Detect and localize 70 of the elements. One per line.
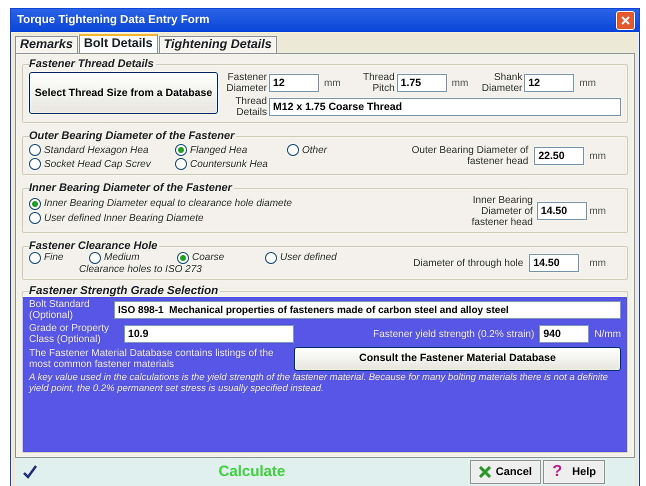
note-text: Clearance holes to ISO 273: [79, 264, 203, 275]
note-text: The Fastener Material Database contains listings of the most common fastener materials: [29, 348, 275, 370]
radio-button[interactable]: [287, 144, 299, 156]
field-label: Grade or Property Class (Optional): [29, 323, 110, 346]
field-label: Bolt Standard (Optional): [29, 299, 91, 322]
unit-label: mm: [589, 150, 606, 162]
group-title: Inner Bearing Diameter of the Fastener: [29, 182, 234, 195]
field-label: Outer Bearing Diameter of fastener head: [410, 145, 528, 168]
close-icon: [478, 466, 491, 478]
unit-label: mm: [324, 78, 341, 89]
field-label: Fastener Diameter: [225, 72, 267, 94]
input-field[interactable]: 14.50: [536, 202, 587, 220]
help-button[interactable]: ? Help: [543, 460, 605, 484]
field-label: Thread Pitch: [362, 72, 395, 94]
unit-label: N/mm: [594, 328, 621, 340]
note-text: A key value used in the calculations is the yield strength of the fastener material. Because for many bolting materials there is not a definite yield point, the 0.2% permanent set stress is usually specified instead.: [29, 373, 609, 394]
group-title: Fastener Thread Details: [29, 58, 156, 70]
unit-label: mm: [452, 78, 468, 89]
group-title: Fastener Clearance Hole: [29, 240, 160, 252]
tab[interactable]: Remarks: [15, 36, 78, 53]
radio-label: Countersunk Hea: [190, 158, 268, 170]
radio-button[interactable]: [29, 158, 41, 170]
close-icon: [620, 15, 631, 26]
radio-button[interactable]: [265, 252, 277, 264]
field-label: Shank Diameter: [480, 72, 522, 94]
unit-label: mm: [579, 78, 596, 89]
radio-button[interactable]: [29, 198, 41, 210]
radio-button[interactable]: [29, 252, 41, 264]
input-field[interactable]: 12: [269, 74, 319, 92]
input-field[interactable]: 940: [539, 325, 590, 344]
input-field[interactable]: M12 x 1.75 Coarse Thread: [269, 98, 621, 116]
input-field[interactable]: 22.50: [534, 147, 584, 166]
radio-button[interactable]: [175, 158, 187, 170]
input-field[interactable]: 14.50: [529, 254, 580, 272]
field-label: Thread Details: [234, 96, 267, 118]
cancel-button[interactable]: Cancel: [470, 460, 541, 484]
unit-label: mm: [589, 258, 606, 269]
radio-button[interactable]: [175, 144, 187, 156]
group-title: Outer Bearing Diameter of the Fastener: [29, 130, 236, 142]
select-thread-button[interactable]: Select Thread Size from a Database: [29, 72, 218, 114]
unit-label: mm: [589, 206, 606, 217]
radio-label: Coarse: [192, 252, 224, 264]
input-field[interactable]: ISO 898-1 Mechanical properties of fasteners made of carbon steel and alloy steel: [114, 301, 621, 320]
radio-label: Socket Head Cap Screv: [44, 158, 151, 170]
radio-label: Standard Hexagon Hea: [44, 144, 149, 156]
group-title: Fastener Strength Grade Selection: [29, 284, 220, 298]
input-field[interactable]: 10.9: [124, 325, 294, 344]
database-button[interactable]: Consult the Fastener Material Database: [294, 347, 621, 372]
radio-label: User defined Inner Bearing Diamete: [44, 212, 204, 224]
checkmark-icon: [23, 465, 37, 479]
field-label: Inner Bearing Diameter of fastener head: [470, 194, 533, 228]
radio-button[interactable]: [29, 212, 41, 224]
input-field[interactable]: 12: [524, 74, 574, 92]
field-label: Fastener yield strength (0.2% strain): [373, 328, 534, 340]
close-button[interactable]: [616, 11, 635, 30]
radio-label: Medium: [104, 252, 140, 264]
input-field[interactable]: 1.75: [396, 74, 447, 92]
radio-button[interactable]: [89, 252, 101, 264]
radio-label: User defined: [280, 252, 337, 264]
tab[interactable]: Bolt Details: [78, 34, 158, 53]
question-mark-icon: ?: [552, 463, 562, 481]
tab[interactable]: Tightening Details: [158, 36, 277, 53]
radio-label: Other: [302, 144, 328, 156]
window-title: Torque Tightening Data Entry Form: [17, 14, 210, 27]
radio-label: Fine: [44, 252, 64, 264]
radio-button[interactable]: [29, 144, 41, 156]
field-label: Diameter of through hole: [413, 258, 524, 269]
radio-label: Inner Bearing Diameter equal to clearance hole diamete: [44, 198, 292, 210]
radio-label: Flanged Hea: [190, 144, 248, 156]
radio-button[interactable]: [177, 252, 189, 264]
